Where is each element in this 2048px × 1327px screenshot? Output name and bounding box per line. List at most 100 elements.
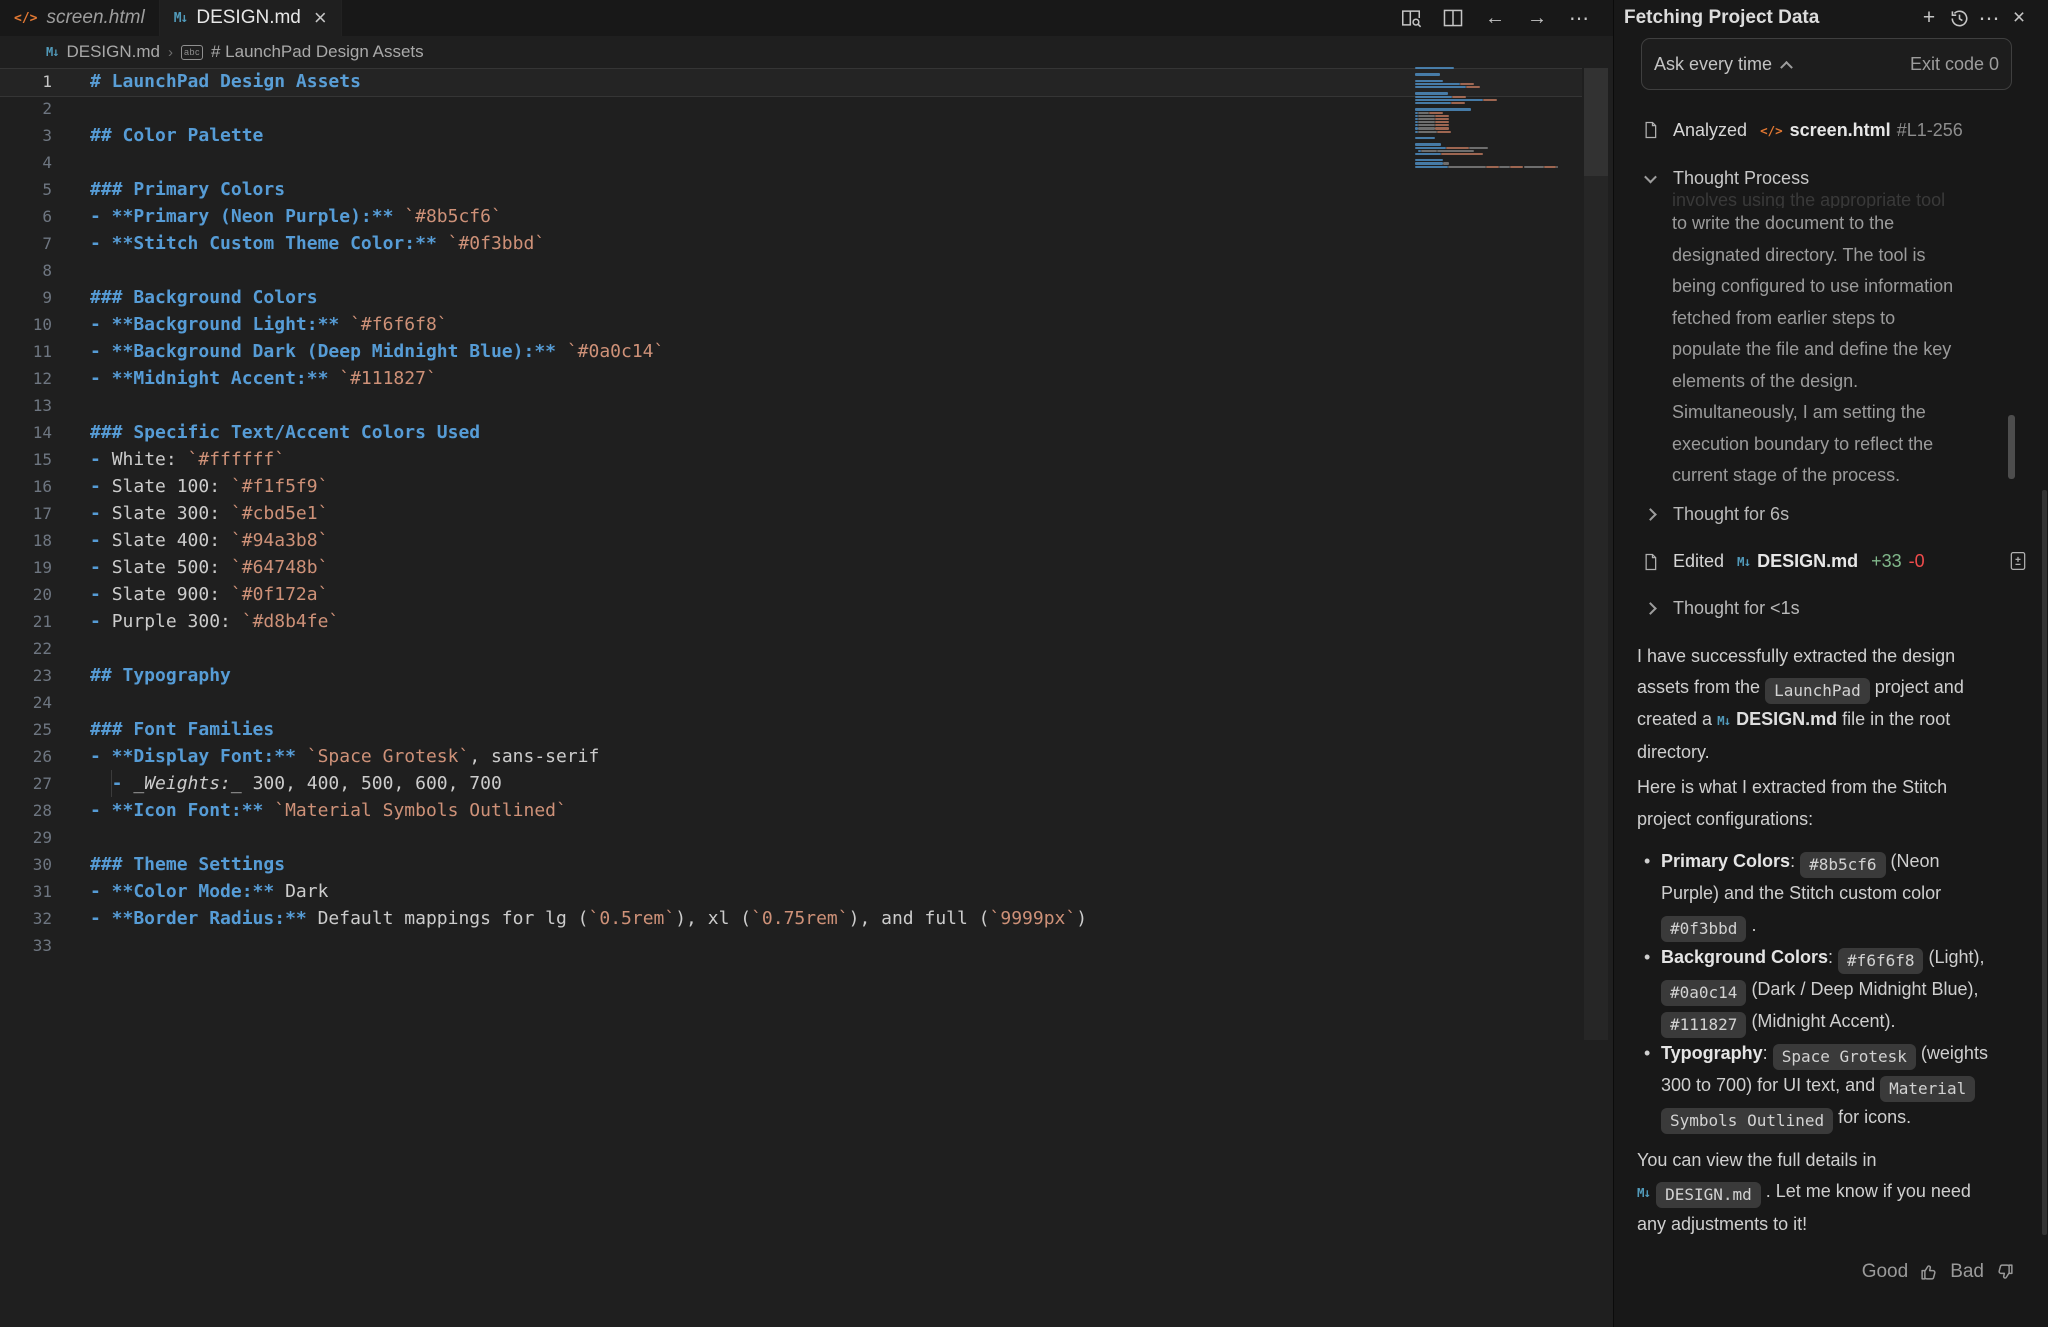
code-line[interactable]: 19- Slate 500: `#64748b`: [0, 554, 1613, 581]
line-number[interactable]: 9: [0, 284, 52, 311]
code-chip[interactable]: Symbols Outlined: [1661, 1108, 1833, 1134]
line-number[interactable]: 29: [0, 824, 52, 851]
editor-scrollbar[interactable]: [1584, 68, 1608, 1040]
code-line[interactable]: 4: [0, 149, 1613, 176]
line-number[interactable]: 30: [0, 851, 52, 878]
code-line[interactable]: 3## Color Palette: [0, 122, 1613, 149]
code-line[interactable]: 28- **Icon Font:** `Material Symbols Out…: [0, 797, 1613, 824]
line-number[interactable]: 2: [0, 95, 52, 122]
split-editor-icon[interactable]: [1441, 6, 1465, 30]
line-number[interactable]: 33: [0, 932, 52, 959]
line-number[interactable]: 13: [0, 392, 52, 419]
analyzed-file-row[interactable]: Analyzed </> screen.html #L1-256: [1614, 116, 2048, 144]
line-number[interactable]: 7: [0, 230, 52, 257]
code-chip[interactable]: Space Grotesk: [1773, 1044, 1916, 1070]
open-diff-icon[interactable]: [2008, 550, 2028, 577]
code-line[interactable]: 2: [0, 95, 1613, 122]
open-preview-icon[interactable]: [1399, 6, 1423, 30]
code-line[interactable]: 20- Slate 900: `#0f172a`: [0, 581, 1613, 608]
code-editor[interactable]: 1# LaunchPad Design Assets23## Color Pal…: [0, 68, 1613, 959]
editor-more-actions-icon[interactable]: ⋯: [1567, 6, 1591, 30]
code-line[interactable]: 30### Theme Settings: [0, 851, 1613, 878]
line-number[interactable]: 10: [0, 311, 52, 338]
line-number[interactable]: 20: [0, 581, 52, 608]
code-line[interactable]: 24: [0, 689, 1613, 716]
code-line[interactable]: 13: [0, 392, 1613, 419]
line-number[interactable]: 21: [0, 608, 52, 635]
code-line[interactable]: 31- **Color Mode:** Dark: [0, 878, 1613, 905]
line-number[interactable]: 12: [0, 365, 52, 392]
line-number[interactable]: 22: [0, 635, 52, 662]
code-line[interactable]: 16- Slate 100: `#f1f5f9`: [0, 473, 1613, 500]
line-number[interactable]: 11: [0, 338, 52, 365]
code-line[interactable]: 23## Typography: [0, 662, 1613, 689]
code-line[interactable]: 12- **Midnight Accent:** `#111827`: [0, 365, 1613, 392]
code-line[interactable]: 33: [0, 932, 1613, 959]
code-line[interactable]: 26- **Display Font:** `Space Grotesk`, s…: [0, 743, 1613, 770]
line-number[interactable]: 18: [0, 527, 52, 554]
line-number[interactable]: 27: [0, 770, 52, 797]
code-line[interactable]: 32- **Border Radius:** Default mappings …: [0, 905, 1613, 932]
code-chip[interactable]: #0f3bbd: [1661, 916, 1746, 942]
line-number[interactable]: 16: [0, 473, 52, 500]
code-line[interactable]: 25### Font Families: [0, 716, 1613, 743]
thought-duration-row[interactable]: Thought for 6s: [1614, 501, 2048, 529]
line-number[interactable]: 8: [0, 257, 52, 284]
minimap[interactable]: [1415, 67, 1580, 197]
code-line[interactable]: 15- White: `#ffffff`: [0, 446, 1613, 473]
line-number[interactable]: 15: [0, 446, 52, 473]
close-tab-icon[interactable]: ×: [314, 7, 327, 29]
tab-design-md[interactable]: M↓ DESIGN.md ×: [160, 0, 342, 36]
line-number[interactable]: 31: [0, 878, 52, 905]
line-number[interactable]: 4: [0, 149, 52, 176]
edited-file-row[interactable]: Edited M↓ DESIGN.md +33 -0: [1614, 548, 2048, 576]
thought-duration-row[interactable]: Thought for <1s: [1614, 595, 2048, 623]
line-number[interactable]: 28: [0, 797, 52, 824]
new-chat-icon[interactable]: +: [1914, 5, 1944, 31]
line-number[interactable]: 1: [0, 68, 52, 95]
code-line[interactable]: 1# LaunchPad Design Assets: [0, 68, 1613, 95]
line-number[interactable]: 26: [0, 743, 52, 770]
code-chip[interactable]: #f6f6f8: [1838, 948, 1923, 974]
line-number[interactable]: 14: [0, 419, 52, 446]
line-number[interactable]: 24: [0, 689, 52, 716]
code-line[interactable]: 9### Background Colors: [0, 284, 1613, 311]
panel-scrollbar[interactable]: [2042, 490, 2047, 1235]
code-line[interactable]: 22: [0, 635, 1613, 662]
line-number[interactable]: 19: [0, 554, 52, 581]
breadcrumb-file[interactable]: DESIGN.md: [66, 42, 160, 62]
line-number[interactable]: 6: [0, 203, 52, 230]
code-line[interactable]: 5### Primary Colors: [0, 176, 1613, 203]
thought-scrollbar[interactable]: [2008, 415, 2015, 479]
edited-file[interactable]: DESIGN.md: [1757, 551, 1858, 572]
breadcrumb-symbol[interactable]: # LaunchPad Design Assets: [211, 42, 424, 62]
history-icon[interactable]: [1944, 5, 1974, 31]
file-reference[interactable]: DESIGN.md: [1736, 709, 1837, 729]
thought-process-header[interactable]: Thought Process: [1614, 164, 2048, 192]
panel-close-icon[interactable]: ×: [2004, 5, 2034, 31]
navigate-back-icon[interactable]: ←: [1483, 6, 1507, 30]
code-chip[interactable]: Material: [1880, 1076, 1975, 1102]
code-line[interactable]: 27 - _Weights:_ 300, 400, 500, 600, 700: [0, 770, 1613, 797]
code-line[interactable]: 18- Slate 400: `#94a3b8`: [0, 527, 1613, 554]
code-line[interactable]: 6- **Primary (Neon Purple):** `#8b5cf6`: [0, 203, 1613, 230]
line-number[interactable]: 25: [0, 716, 52, 743]
code-line[interactable]: 17- Slate 300: `#cbd5e1`: [0, 500, 1613, 527]
file-reference-chip[interactable]: DESIGN.md: [1656, 1182, 1761, 1208]
code-chip[interactable]: LaunchPad: [1765, 678, 1870, 704]
code-chip[interactable]: #8b5cf6: [1800, 852, 1885, 878]
analyzed-file[interactable]: screen.html: [1790, 120, 1891, 141]
tab-screen-html[interactable]: </> screen.html: [0, 0, 160, 36]
code-line[interactable]: 11- **Background Dark (Deep Midnight Blu…: [0, 338, 1613, 365]
line-number[interactable]: 32: [0, 905, 52, 932]
panel-more-actions-icon[interactable]: ⋯: [1974, 5, 2004, 31]
code-chip[interactable]: #0a0c14: [1661, 980, 1746, 1006]
code-line[interactable]: 7- **Stitch Custom Theme Color:** `#0f3b…: [0, 230, 1613, 257]
minimap-slider[interactable]: [1584, 68, 1608, 176]
ask-every-time-dropdown[interactable]: Ask every time: [1654, 54, 1910, 75]
navigate-forward-icon[interactable]: →: [1525, 6, 1549, 30]
code-line[interactable]: 10- **Background Light:** `#f6f6f8`: [0, 311, 1613, 338]
line-number[interactable]: 17: [0, 500, 52, 527]
code-line[interactable]: 8: [0, 257, 1613, 284]
code-chip[interactable]: #111827: [1661, 1012, 1746, 1038]
